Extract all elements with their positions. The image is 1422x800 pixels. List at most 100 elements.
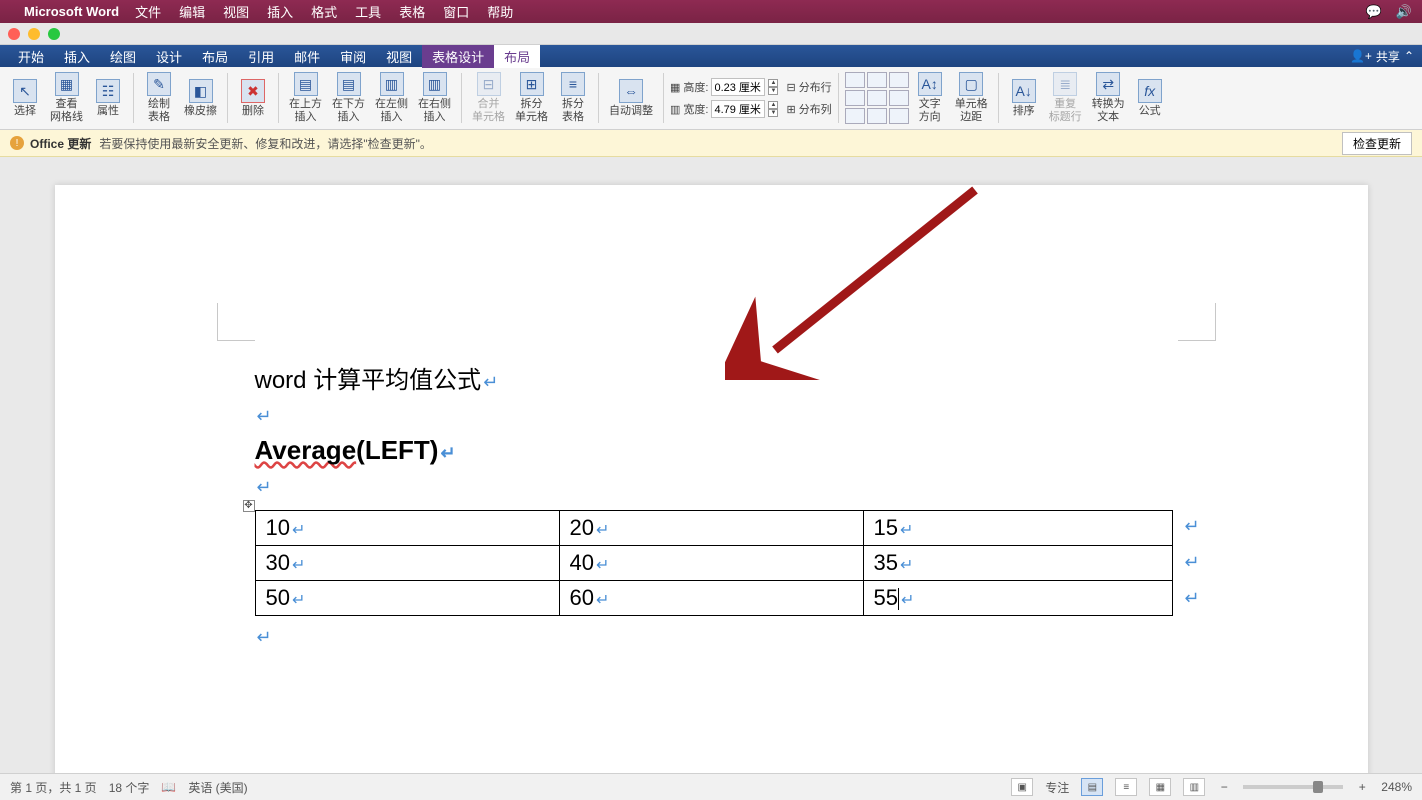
zoom-in-button[interactable]: + bbox=[1355, 780, 1369, 794]
split-cells-button[interactable]: ⊞拆分 单元格 bbox=[511, 70, 552, 125]
height-input[interactable] bbox=[711, 78, 765, 96]
page-indicator[interactable]: 第 1 页，共 1 页 bbox=[10, 779, 97, 796]
draft-view[interactable]: ▥ bbox=[1183, 778, 1205, 796]
data-table[interactable]: 10 20 15 30 40 35 50 60 55 bbox=[255, 510, 1173, 616]
tab-table-design[interactable]: 表格设计 bbox=[422, 45, 494, 68]
tab-insert[interactable]: 插入 bbox=[54, 45, 100, 68]
cell: 20 bbox=[559, 511, 863, 546]
menu-tools[interactable]: 工具 bbox=[355, 2, 381, 21]
menu-insert[interactable]: 插入 bbox=[267, 2, 293, 21]
draw-table-button[interactable]: ✎绘制 表格 bbox=[140, 70, 178, 125]
insert-below-button[interactable]: ▤在下方 插入 bbox=[328, 70, 369, 125]
split-table-button[interactable]: ≡拆分 表格 bbox=[554, 70, 592, 125]
table-row: 10 20 15 bbox=[255, 511, 1172, 546]
minimize-window[interactable] bbox=[28, 28, 40, 40]
menu-help[interactable]: 帮助 bbox=[487, 2, 513, 21]
menu-file[interactable]: 文件 bbox=[135, 2, 161, 21]
print-layout-view[interactable]: ▤ bbox=[1081, 778, 1103, 796]
return-mark bbox=[257, 627, 272, 648]
insert-right-button[interactable]: ▥在右侧 插入 bbox=[414, 70, 455, 125]
wechat-icon[interactable]: 💬 bbox=[1366, 4, 1382, 20]
convert-text-button[interactable]: ⇄转换为 文本 bbox=[1088, 70, 1129, 125]
check-updates-button[interactable]: 检查更新 bbox=[1342, 132, 1412, 155]
web-layout-view[interactable]: ≡ bbox=[1115, 778, 1137, 796]
menu-window[interactable]: 窗口 bbox=[443, 2, 469, 21]
focus-label: 专注 bbox=[1045, 779, 1069, 796]
properties-button[interactable]: ☷属性 bbox=[89, 77, 127, 120]
row-end-mark: ↵ bbox=[1185, 552, 1200, 573]
window-controls bbox=[0, 23, 1422, 45]
outline-view[interactable]: ▦ bbox=[1149, 778, 1171, 796]
cell: 15 bbox=[863, 511, 1172, 546]
document-area[interactable]: word 计算平均值公式 Average(LEFT) ✥ 10 20 15 30 bbox=[0, 157, 1422, 773]
tab-references[interactable]: 引用 bbox=[238, 45, 284, 68]
distribute-rows-button[interactable]: ⊟分布行 bbox=[786, 77, 831, 97]
return-mark bbox=[483, 372, 498, 393]
tab-view[interactable]: 视图 bbox=[376, 45, 422, 68]
status-bar: 第 1 页，共 1 页 18 个字 📖 英语 (美国) ▣ 专注 ▤ ≡ ▦ ▥… bbox=[0, 773, 1422, 800]
return-mark bbox=[257, 406, 272, 427]
cell: 30 bbox=[255, 546, 559, 581]
tab-mailings[interactable]: 邮件 bbox=[284, 45, 330, 68]
formula-line[interactable]: Average(LEFT) bbox=[255, 435, 1168, 466]
insert-above-button[interactable]: ▤在上方 插入 bbox=[285, 70, 326, 125]
sort-button[interactable]: A↓排序 bbox=[1005, 77, 1043, 120]
volume-icon[interactable]: 🔊 bbox=[1396, 4, 1412, 20]
tab-draw[interactable]: 绘图 bbox=[100, 45, 146, 68]
zoom-out-button[interactable]: − bbox=[1217, 780, 1231, 794]
update-title: Office 更新 bbox=[30, 135, 91, 152]
share-button[interactable]: 👤+共享⌃ bbox=[1350, 48, 1414, 65]
formula-button[interactable]: fx公式 bbox=[1131, 77, 1169, 120]
menu-format[interactable]: 格式 bbox=[311, 2, 337, 21]
mac-menubar: Microsoft Word 文件 编辑 视图 插入 格式 工具 表格 窗口 帮… bbox=[0, 0, 1422, 23]
distribute-cols-button[interactable]: ⊞分布列 bbox=[786, 99, 831, 119]
menu-view[interactable]: 视图 bbox=[223, 2, 249, 21]
col-width-field[interactable]: ▥宽度: ▲▼ bbox=[670, 99, 778, 119]
doc-title-line[interactable]: word 计算平均值公式 bbox=[255, 360, 1168, 395]
spellcheck-icon[interactable]: 📖 bbox=[161, 780, 176, 794]
zoom-window[interactable] bbox=[48, 28, 60, 40]
app-name: Microsoft Word bbox=[24, 4, 119, 19]
word-count[interactable]: 18 个字 bbox=[109, 779, 150, 796]
merge-cells-button: ⊟合并 单元格 bbox=[468, 70, 509, 125]
table-move-handle[interactable]: ✥ bbox=[243, 500, 255, 512]
tab-review[interactable]: 审阅 bbox=[330, 45, 376, 68]
ribbon-tabs: 开始 插入 绘图 设计 布局 引用 邮件 审阅 视图 表格设计 布局 👤+共享⌃ bbox=[0, 45, 1422, 67]
repeat-header-button: ≣重复 标题行 bbox=[1045, 70, 1086, 125]
tab-home[interactable]: 开始 bbox=[8, 45, 54, 68]
row-height-field[interactable]: ▦高度: ▲▼ bbox=[670, 77, 778, 97]
cell-margins-button[interactable]: ▢单元格 边距 bbox=[951, 70, 992, 125]
tab-layout[interactable]: 布局 bbox=[192, 45, 238, 68]
empty-line-2[interactable] bbox=[255, 472, 1168, 500]
cell: 35 bbox=[863, 546, 1172, 581]
empty-line-1[interactable] bbox=[255, 401, 1168, 429]
update-notification: ! Office 更新 若要保持使用最新安全更新、修复和改进，请选择"检查更新"… bbox=[0, 130, 1422, 157]
zoom-slider[interactable] bbox=[1243, 785, 1343, 789]
tab-design[interactable]: 设计 bbox=[146, 45, 192, 68]
cell: 50 bbox=[255, 581, 559, 616]
tab-table-layout[interactable]: 布局 bbox=[494, 45, 540, 68]
warning-icon: ! bbox=[10, 136, 24, 150]
width-input[interactable] bbox=[711, 100, 765, 118]
cell: 10 bbox=[255, 511, 559, 546]
close-window[interactable] bbox=[8, 28, 20, 40]
menu-edit[interactable]: 编辑 bbox=[179, 2, 205, 21]
menu-table[interactable]: 表格 bbox=[399, 2, 425, 21]
gridlines-button[interactable]: ▦查看 网格线 bbox=[46, 70, 87, 125]
row-end-mark: ↵ bbox=[1185, 516, 1200, 537]
row-end-mark: ↵ bbox=[1185, 588, 1200, 609]
page[interactable]: word 计算平均值公式 Average(LEFT) ✥ 10 20 15 30 bbox=[55, 185, 1368, 773]
eraser-button[interactable]: ◧橡皮擦 bbox=[180, 77, 221, 120]
empty-line-3[interactable] bbox=[255, 622, 1168, 650]
language-indicator[interactable]: 英语 (美国) bbox=[188, 779, 247, 796]
zoom-level[interactable]: 248% bbox=[1381, 780, 1412, 794]
select-button[interactable]: ↖选择 bbox=[6, 77, 44, 120]
autofit-button[interactable]: ⇔自动调整 bbox=[605, 77, 657, 120]
delete-button[interactable]: ✖删除 bbox=[234, 77, 272, 120]
focus-mode-button[interactable]: ▣ bbox=[1011, 778, 1033, 796]
text-direction-button[interactable]: A↕文字 方向 bbox=[911, 70, 949, 125]
update-message: 若要保持使用最新安全更新、修复和改进，请选择"检查更新"。 bbox=[99, 135, 432, 152]
insert-left-button[interactable]: ▥在左侧 插入 bbox=[371, 70, 412, 125]
alignment-grid[interactable] bbox=[845, 72, 909, 124]
cell: 60 bbox=[559, 581, 863, 616]
